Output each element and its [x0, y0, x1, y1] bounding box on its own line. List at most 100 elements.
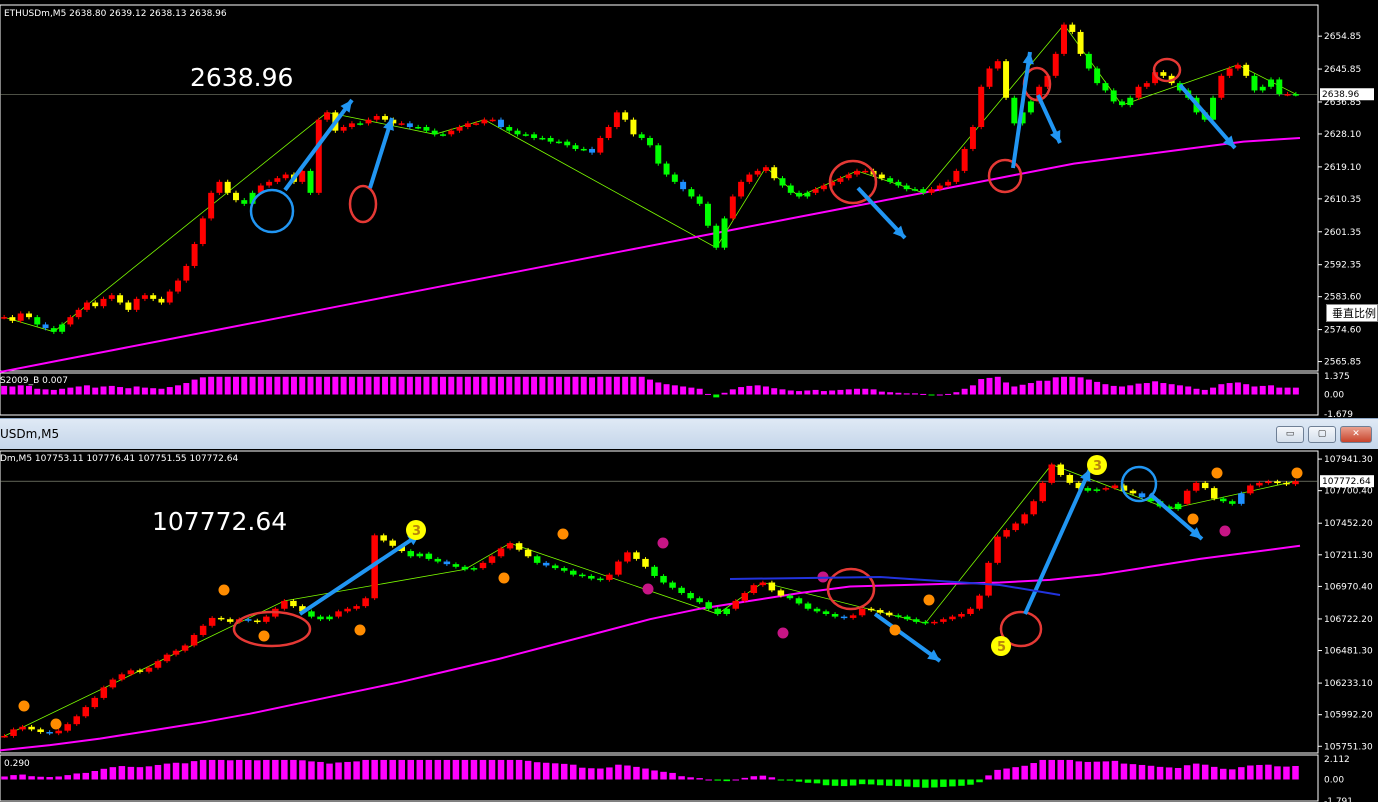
oscillator-bar — [622, 376, 629, 395]
oscillator-bar — [390, 376, 397, 395]
btc-window-titlebar[interactable]: USDm,M5 ▭ ▢ ✕ — [0, 418, 1378, 450]
candle-body — [141, 295, 148, 299]
candle-body — [605, 127, 612, 138]
close-button[interactable]: ✕ — [1340, 426, 1372, 443]
axis-tick-label: 2619.10 — [1324, 163, 1361, 173]
oscillator-bar — [100, 768, 108, 780]
oscillator-bar — [969, 385, 976, 395]
candle-body — [46, 732, 53, 734]
candle-body — [633, 552, 640, 559]
oscillator-bar — [224, 376, 231, 395]
pivot-dot — [218, 584, 230, 596]
oscillator-bar — [407, 759, 415, 780]
indicator-tick-label: 1.375 — [1324, 372, 1350, 382]
candle-body — [282, 174, 289, 179]
oscillator-bar — [416, 759, 424, 780]
oscillator-bar — [415, 376, 422, 395]
candle-body — [307, 170, 314, 193]
candle-body — [1039, 482, 1046, 502]
candle-body — [434, 558, 442, 562]
minimize-button[interactable]: ▭ — [1276, 426, 1304, 443]
candle-body — [589, 148, 596, 153]
oscillator-bar — [1168, 384, 1175, 395]
candle-body — [813, 608, 821, 612]
candle-body — [1003, 61, 1010, 98]
axis-tick-label: 2583.60 — [1324, 293, 1361, 303]
pivot-dot — [50, 718, 62, 730]
candle-body — [145, 667, 153, 672]
candle-body — [1118, 101, 1125, 106]
candle-body — [579, 574, 586, 577]
arrow-line — [1023, 468, 1092, 615]
axis-tick-label: 106233.10 — [1324, 679, 1373, 689]
candle-body — [226, 619, 234, 622]
oscillator-bar — [317, 761, 324, 780]
candle-body — [127, 670, 135, 675]
oscillator-bar — [91, 770, 99, 780]
pivot-dot — [923, 594, 935, 606]
btc-price-chart[interactable]: 107941.30 107700.40 107452.20 107211.30 1069… — [0, 449, 1378, 802]
candle-body — [978, 86, 985, 128]
oscillator-bar — [335, 762, 342, 780]
candle-body — [425, 553, 433, 559]
candle-body — [497, 119, 504, 128]
oscillator-bar — [714, 779, 721, 781]
oscillator-bar — [497, 759, 505, 780]
indicator-tick-label: 0.00 — [1324, 391, 1344, 401]
candle-body — [353, 606, 360, 609]
oscillator-bar — [994, 769, 1001, 780]
oscillator-bar — [560, 763, 568, 780]
oscillator-bar — [961, 388, 968, 395]
oscillator-bar — [425, 759, 433, 780]
candle-body — [895, 615, 902, 617]
candle-body — [423, 127, 430, 131]
oscillator-bar — [1165, 767, 1173, 780]
candle-body — [705, 602, 712, 609]
pivot-dot — [18, 700, 30, 712]
oscillator-bar — [1118, 386, 1125, 395]
btc-big-price: 107772.64 — [152, 507, 288, 536]
candle-body — [172, 650, 180, 655]
oscillator-bar — [133, 386, 140, 395]
candle-body — [1292, 94, 1299, 96]
oscillator-bar — [531, 376, 538, 395]
oscillator-bar — [117, 387, 124, 395]
candle-body — [233, 192, 239, 201]
candle-body — [885, 612, 893, 616]
oscillator-bar — [1226, 383, 1233, 395]
oscillator-bar — [344, 761, 351, 780]
oscillator-bar — [163, 763, 171, 780]
candle-body — [1110, 90, 1117, 102]
oscillator-bar — [895, 779, 902, 787]
oscillator-bar — [42, 389, 49, 395]
candle-body — [831, 613, 839, 617]
candle-body — [655, 145, 662, 164]
oscillator-bar — [1210, 766, 1218, 780]
candle-body — [317, 616, 324, 620]
oscillator-bar — [324, 376, 331, 395]
oscillator-bar — [434, 759, 442, 780]
candle-body — [615, 561, 622, 575]
oscillator-bar — [108, 385, 115, 395]
candle-body — [555, 141, 562, 144]
oscillator-bar — [551, 763, 559, 780]
oscillator-bar — [266, 376, 273, 395]
oscillator-bar — [750, 776, 758, 780]
candle-body — [777, 590, 785, 596]
candle-body — [904, 616, 911, 620]
oscillator-bar — [524, 760, 532, 780]
maximize-button[interactable]: ▢ — [1308, 426, 1336, 443]
candle-body — [524, 549, 532, 557]
oscillator-bar — [547, 376, 554, 395]
oscillator-bar — [1265, 764, 1272, 780]
candle-body — [281, 600, 288, 609]
candle-body — [67, 317, 74, 325]
oscillator-bar — [181, 763, 189, 780]
oscillator-bar — [759, 775, 767, 780]
btc-chart-pane[interactable]: 107941.30 107700.40 107452.20 107211.30 1069… — [0, 449, 1378, 802]
candle-body — [154, 661, 162, 668]
eth-chart-pane[interactable]: 2654.85 2645.85 2636.85 2628.10 2619.10 2610.… — [0, 0, 1378, 418]
oscillator-bar — [1238, 767, 1245, 780]
oscillator-bar — [1, 385, 8, 395]
oscillator-bar — [542, 762, 550, 780]
